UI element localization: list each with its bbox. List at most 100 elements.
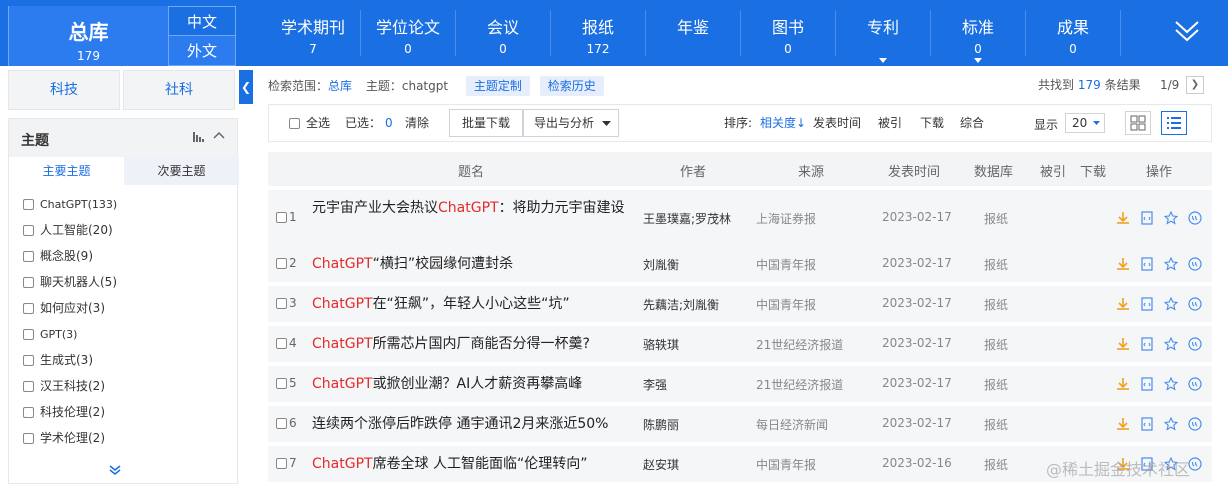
author-link[interactable]: 先藕洁;刘胤衡 (643, 296, 719, 313)
row-checkbox-index[interactable]: 2 (276, 256, 297, 270)
checkbox[interactable] (276, 458, 287, 469)
author-link[interactable]: 李强 (643, 376, 667, 393)
source-link[interactable]: 中国青年报 (756, 256, 816, 273)
list-item[interactable]: ChatGPT(133) (9, 191, 237, 217)
search-history-button[interactable]: 检索历史 (539, 76, 604, 96)
star-icon[interactable] (1163, 256, 1182, 271)
author-link[interactable]: 骆轶琪 (643, 336, 679, 353)
star-icon[interactable] (1163, 376, 1182, 391)
checkbox[interactable] (276, 378, 287, 389)
lang-chinese-tab[interactable]: 中文 (168, 6, 236, 36)
source-link[interactable]: 中国青年报 (756, 456, 816, 473)
download-icon[interactable] (1116, 256, 1134, 270)
sort-cited[interactable]: 被引 (878, 115, 902, 131)
list-item[interactable]: GPT(3) (9, 321, 237, 347)
select-all-checkbox[interactable]: 全选 (289, 115, 330, 131)
html-read-icon[interactable] (1140, 376, 1158, 391)
lang-foreign-tab[interactable]: 外文 (168, 36, 236, 66)
checkbox[interactable] (23, 277, 34, 288)
double-chevron-down-icon[interactable] (1172, 16, 1202, 46)
checkbox[interactable] (23, 433, 34, 444)
article-title-link[interactable]: ChatGPT或掀创业潮？AI人才薪资再攀高峰 (312, 374, 642, 394)
checkbox[interactable] (23, 329, 34, 340)
list-item[interactable]: 聊天机器人(5) (9, 269, 237, 295)
sort-composite[interactable]: 综合 (960, 115, 984, 131)
row-checkbox-index[interactable]: 1 (276, 210, 297, 224)
double-chevron-down-icon[interactable] (109, 464, 121, 479)
tab-sheke[interactable]: 社科 (123, 70, 235, 110)
bulk-download-button[interactable]: 批量下载 (449, 109, 523, 137)
nav-zongku[interactable]: 总库 179 (8, 6, 168, 66)
download-icon[interactable] (1116, 296, 1134, 310)
row-checkbox-index[interactable]: 6 (276, 416, 297, 430)
html-read-icon[interactable] (1140, 336, 1158, 351)
download-icon[interactable] (1116, 376, 1134, 390)
chevron-up-icon[interactable] (213, 129, 225, 143)
theme-custom-button[interactable]: 主题定制 (465, 76, 530, 96)
download-icon[interactable] (1116, 416, 1134, 430)
nav-item-conference[interactable]: 会议 0 (456, 0, 550, 66)
checkbox[interactable] (276, 212, 287, 223)
checkbox[interactable] (289, 118, 300, 129)
checkbox[interactable] (23, 355, 34, 366)
table-row[interactable]: 4 ChatGPT所需芯片国内厂商能否分得一杯羹? 骆轶琪 21世纪经济报道 2023-… (268, 326, 1212, 362)
tab-main-theme[interactable]: 主要主题 (9, 157, 124, 185)
source-link[interactable]: 中国青年报 (756, 296, 816, 313)
list-view-button[interactable] (1161, 111, 1187, 135)
column-header-cited[interactable]: 被引 (1040, 161, 1066, 180)
article-title-link[interactable]: ChatGPT席卷全球 人工智能面临“伦理转向” (312, 454, 642, 474)
next-page-button[interactable]: ❯ (1186, 76, 1204, 94)
table-row[interactable]: 6 连续两个涨停后昨跌停 通宇通讯2月来涨近50% 陈鹏丽 每日经济新闻 2023-02… (268, 406, 1212, 442)
html-read-icon[interactable] (1140, 416, 1158, 431)
bar-chart-icon[interactable] (193, 132, 205, 145)
nav-item-journals[interactable]: 学术期刊 7 (266, 0, 360, 66)
article-title-link[interactable]: ChatGPT所需芯片国内厂商能否分得一杯羹? (312, 334, 642, 354)
cite-icon[interactable] (1188, 296, 1206, 311)
checkbox[interactable] (23, 199, 34, 210)
nav-item-newspaper[interactable]: 报纸 172 (551, 0, 645, 66)
list-item[interactable]: 科技伦理(2) (9, 399, 237, 425)
article-title-link[interactable]: ChatGPT“横扫”校园缘何遭封杀 (312, 254, 642, 274)
column-header-download[interactable]: 下载 (1080, 161, 1106, 180)
tab-secondary-theme[interactable]: 次要主题 (124, 157, 239, 185)
table-row[interactable]: 5 ChatGPT或掀创业潮？AI人才薪资再攀高峰 李强 21世纪经济报道 2023-0… (268, 366, 1212, 402)
source-link[interactable]: 上海证券报 (756, 210, 816, 227)
nav-item-books[interactable]: 图书 0 (741, 0, 835, 66)
row-checkbox-index[interactable]: 3 (276, 296, 297, 310)
table-row[interactable]: 1 元宇宙产业大会热议ChatGPT：将助力元宇宙建设 王墨璞嘉;罗茂林 上海证券报 2… (268, 190, 1212, 246)
nav-item-standard[interactable]: 标准 0 (931, 0, 1025, 66)
table-row[interactable]: 2 ChatGPT“横扫”校园缘何遭封杀 刘胤衡 中国青年报 2023-02-17 报纸 (268, 246, 1212, 282)
sort-date[interactable]: 发表时间 (813, 115, 861, 131)
nav-item-achievements[interactable]: 成果 0 (1026, 0, 1120, 66)
list-item[interactable]: 概念股(9) (9, 243, 237, 269)
page-size-select[interactable]: 20 (1065, 113, 1105, 133)
checkbox[interactable] (276, 298, 287, 309)
star-icon[interactable] (1163, 336, 1182, 351)
row-checkbox-index[interactable]: 7 (276, 456, 297, 470)
grid-view-button[interactable] (1125, 111, 1151, 135)
cite-icon[interactable] (1188, 416, 1206, 431)
checkbox[interactable] (23, 251, 34, 262)
author-link[interactable]: 王墨璞嘉;罗茂林 (643, 210, 731, 227)
row-checkbox-index[interactable]: 4 (276, 336, 297, 350)
download-icon[interactable] (1116, 336, 1134, 350)
cite-icon[interactable] (1188, 376, 1206, 391)
star-icon[interactable] (1163, 416, 1182, 431)
collapse-sidebar-button[interactable]: ❮ (239, 70, 253, 104)
checkbox[interactable] (23, 381, 34, 392)
checkbox[interactable] (276, 338, 287, 349)
source-link[interactable]: 21世纪经济报道 (756, 336, 843, 353)
clear-button[interactable]: 清除 (405, 115, 429, 131)
html-read-icon[interactable] (1140, 256, 1158, 271)
article-title-link[interactable]: 连续两个涨停后昨跌停 通宇通讯2月来涨近50% (312, 414, 642, 434)
article-title-link[interactable]: ChatGPT在“狂飙”，年轻人小心这些“坑” (312, 294, 642, 314)
article-title-link[interactable]: 元宇宙产业大会热议ChatGPT：将助力元宇宙建设 (312, 198, 628, 218)
checkbox[interactable] (23, 225, 34, 236)
source-link[interactable]: 21世纪经济报道 (756, 376, 843, 393)
cite-icon[interactable] (1188, 336, 1206, 351)
nav-item-patent[interactable]: 专利 (836, 0, 930, 66)
html-read-icon[interactable] (1140, 296, 1158, 311)
sort-relevance[interactable]: 相关度↓ (760, 115, 806, 131)
author-link[interactable]: 刘胤衡 (643, 256, 679, 273)
row-checkbox-index[interactable]: 5 (276, 376, 297, 390)
